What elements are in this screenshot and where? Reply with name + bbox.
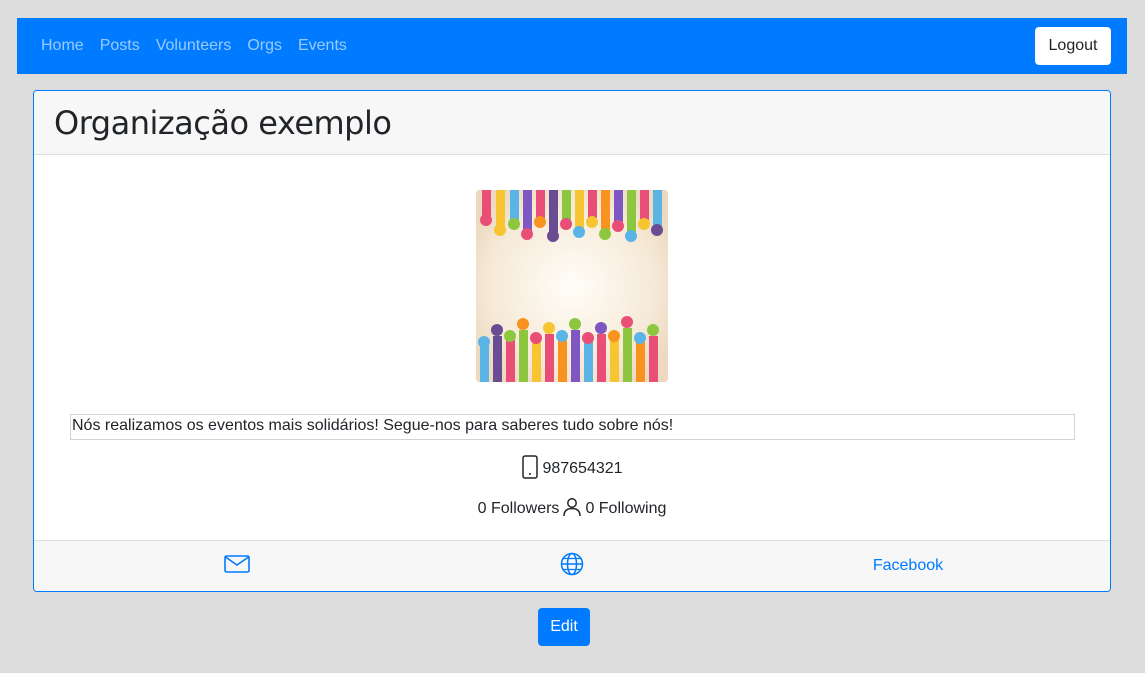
logout-button[interactable]: Logout bbox=[1035, 27, 1111, 65]
phone-number: 987654321 bbox=[542, 460, 623, 477]
nav-link-posts[interactable]: Posts bbox=[100, 37, 140, 55]
mobile-phone-icon bbox=[521, 454, 539, 484]
follow-stats: 0 Followers 0 Following bbox=[34, 497, 1110, 521]
facebook-link-label[interactable]: Facebook bbox=[873, 557, 943, 575]
org-profile-card: Organização exemplo Nós realizamos os ev… bbox=[33, 90, 1111, 592]
edit-button[interactable]: Edit bbox=[538, 608, 590, 646]
facebook-link[interactable]: Facebook bbox=[864, 541, 952, 591]
card-footer: Facebook bbox=[34, 540, 1110, 591]
nav-link-volunteers[interactable]: Volunteers bbox=[156, 37, 232, 55]
nav-links: Home Posts Volunteers Orgs Events bbox=[41, 18, 347, 74]
globe-icon bbox=[560, 552, 584, 581]
page-title: Organização exemplo bbox=[54, 103, 392, 142]
person-icon bbox=[562, 497, 582, 522]
followers-count[interactable]: 0 Followers bbox=[478, 500, 560, 518]
nav-link-home[interactable]: Home bbox=[41, 37, 84, 55]
top-navbar: Home Posts Volunteers Orgs Events Logout bbox=[17, 18, 1127, 74]
nav-link-events[interactable]: Events bbox=[298, 37, 347, 55]
phone-row: 987654321 bbox=[34, 454, 1110, 484]
envelope-icon bbox=[224, 554, 250, 579]
following-count[interactable]: 0 Following bbox=[585, 500, 666, 518]
website-link[interactable] bbox=[559, 541, 585, 591]
org-description: Nós realizamos os eventos mais solidário… bbox=[70, 414, 1075, 440]
card-header: Organização exemplo bbox=[34, 91, 1110, 155]
nav-link-orgs[interactable]: Orgs bbox=[247, 37, 282, 55]
email-link[interactable] bbox=[224, 541, 250, 591]
org-image bbox=[476, 190, 668, 382]
